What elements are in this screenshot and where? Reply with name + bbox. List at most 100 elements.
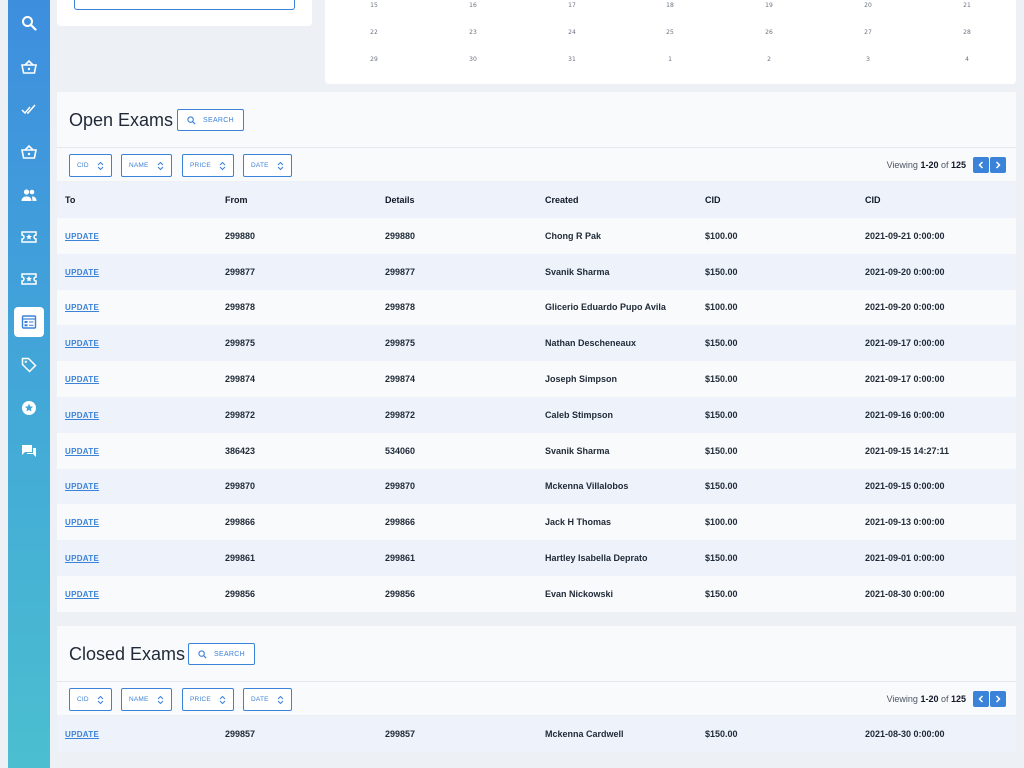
table-row[interactable]: UPDATE 299875 299875 Nathan Descheneaux $150… — [57, 325, 1016, 362]
update-link[interactable]: UPDATE — [65, 447, 99, 456]
exam-list-icon[interactable] — [14, 307, 44, 337]
table-row[interactable]: UPDATE 299856 299856 Evan Nickowski $150.00 2… — [57, 575, 1016, 612]
date-field[interactable] — [74, 0, 295, 10]
table-cell: UPDATE — [57, 289, 217, 326]
sort-cid-button[interactable]: CID — [69, 688, 112, 711]
search-button[interactable]: SEARCH — [177, 109, 244, 131]
chevron-left-icon — [978, 161, 984, 169]
sort-cid-button[interactable]: CID — [69, 154, 112, 177]
sort-name-button[interactable]: NAME — [121, 688, 172, 711]
tag-icon[interactable] — [14, 350, 44, 380]
table-cell: UPDATE — [57, 432, 217, 469]
table-row[interactable]: UPDATE 299874 299874 Joseph Simpson $150.00 2… — [57, 361, 1016, 397]
table-row[interactable]: UPDATE 299866 299866 Jack H Thomas $100.00 20… — [57, 504, 1016, 541]
sort-name-button[interactable]: NAME — [121, 154, 172, 177]
sort-icon — [219, 161, 226, 170]
table-cell: 299875 — [217, 325, 377, 362]
table-cell: 2021-09-20 0:00:00 — [857, 289, 1016, 326]
basket-icon[interactable] — [14, 52, 44, 82]
table-row[interactable]: UPDATE 299857 299857 Mckenna Cardwell $150.0… — [57, 716, 1016, 752]
from-cell: 299872 — [225, 409, 256, 420]
created-cell: Mckenna Villalobos — [545, 481, 629, 492]
table-cell: 299880 — [377, 218, 537, 254]
from-cell: 299857 — [225, 728, 256, 739]
column-header[interactable]: Details — [377, 182, 537, 218]
table-cell: $150.00 — [697, 325, 857, 362]
update-link[interactable]: UPDATE — [65, 375, 99, 384]
date-cell: 2021-09-20 0:00:00 — [865, 266, 945, 277]
next-page-button[interactable] — [990, 157, 1006, 173]
sort-icon — [277, 161, 284, 170]
date-cell: 2021-08-30 0:00:00 — [865, 728, 945, 739]
update-link[interactable]: UPDATE — [65, 482, 99, 491]
table-cell: 299872 — [217, 396, 377, 433]
update-link[interactable]: UPDATE — [65, 268, 99, 277]
table-cell: 299856 — [377, 575, 537, 612]
column-header[interactable]: From — [217, 182, 377, 218]
update-link[interactable]: UPDATE — [65, 590, 99, 599]
prev-page-button[interactable] — [973, 157, 989, 173]
table-row[interactable]: UPDATE 299870 299870 Mckenna Villalobos $150… — [57, 468, 1016, 505]
table-cell: 299880 — [217, 218, 377, 254]
table-row[interactable]: UPDATE 299878 299878 Glicerio Eduardo Pupo … — [57, 289, 1016, 326]
table-cell: UPDATE — [57, 716, 217, 752]
table-cell: 2021-09-17 0:00:00 — [857, 361, 1016, 397]
update-link[interactable]: UPDATE — [65, 232, 99, 241]
next-page-button[interactable] — [990, 691, 1006, 707]
details-cell: 299857 — [385, 728, 416, 739]
details-cell: 534060 — [385, 445, 416, 456]
ticket-icon[interactable] — [14, 222, 44, 252]
sort-icon — [157, 695, 163, 704]
basket-icon[interactable] — [14, 137, 44, 167]
created-cell: Svanik Sharma — [545, 266, 610, 277]
sort-icon — [97, 695, 104, 704]
details-cell: 299861 — [385, 553, 416, 564]
update-link[interactable]: UPDATE — [65, 730, 99, 739]
table-cell: Jack H Thomas — [537, 504, 697, 541]
update-link[interactable]: UPDATE — [65, 518, 99, 527]
created-cell: Glicerio Eduardo Pupo Avila — [545, 302, 666, 313]
double-check-icon[interactable] — [14, 94, 44, 124]
chat-icon[interactable] — [14, 436, 44, 466]
closed-exams-table: UPDATE 299857 299857 Mckenna Cardwell $150.0… — [57, 716, 1016, 752]
sort-price-button[interactable]: PRICE — [182, 688, 234, 711]
created-cell: Evan Nickowski — [545, 588, 614, 599]
details-cell: 299866 — [385, 517, 416, 528]
search-icon[interactable] — [14, 8, 44, 38]
search-icon — [198, 649, 207, 659]
table-row[interactable]: UPDATE 299880 299880 Chong R Pak $100.00 2021… — [57, 218, 1016, 254]
table-header-row: To From Details Created CID CID — [57, 182, 1016, 218]
search-button[interactable]: SEARCH — [188, 643, 255, 665]
table-cell: Svanik Sharma — [537, 253, 697, 290]
update-link[interactable]: UPDATE — [65, 554, 99, 563]
update-link[interactable]: UPDATE — [65, 339, 99, 348]
update-link[interactable]: UPDATE — [65, 411, 99, 420]
table-cell: 2021-09-15 14:27:11 — [857, 432, 1016, 469]
date-cell: 2021-09-17 0:00:00 — [865, 338, 945, 349]
sort-price-button[interactable]: PRICE — [182, 154, 234, 177]
column-header[interactable]: To — [57, 182, 217, 218]
created-cell: Mckenna Cardwell — [545, 728, 624, 739]
column-header[interactable]: Created — [537, 182, 697, 218]
sort-date-button[interactable]: DATE — [243, 688, 292, 711]
column-header[interactable]: CID — [857, 182, 1016, 218]
table-row[interactable]: UPDATE 386423 534060 Svanik Sharma $150.00 20… — [57, 432, 1016, 469]
table-row[interactable]: UPDATE 299872 299872 Caleb Stimpson $150.00 2… — [57, 396, 1016, 433]
star-badge-icon[interactable] — [14, 393, 44, 423]
prev-page-button[interactable] — [973, 691, 989, 707]
price-cell: $100.00 — [705, 230, 738, 241]
table-cell: 299874 — [377, 361, 537, 397]
table-row[interactable]: UPDATE 299861 299861 Hartley Isabella Depra… — [57, 540, 1016, 576]
closed-exams-panel: Closed Exams SEARCH CID NAME PRICE DATE … — [57, 626, 1016, 752]
column-header[interactable]: CID — [697, 182, 857, 218]
users-icon[interactable] — [14, 180, 44, 210]
table-cell: 2021-09-15 0:00:00 — [857, 468, 1016, 505]
viewing-prefix: Viewing — [886, 694, 921, 704]
ticket-icon[interactable] — [14, 264, 44, 294]
search-icon — [187, 115, 196, 125]
sort-date-button[interactable]: DATE — [243, 154, 292, 177]
table-row[interactable]: UPDATE 299877 299877 Svanik Sharma $150.00 20… — [57, 253, 1016, 290]
update-link[interactable]: UPDATE — [65, 303, 99, 312]
chevron-right-icon — [995, 695, 1001, 703]
created-cell: Hartley Isabella Deprato — [545, 553, 648, 564]
